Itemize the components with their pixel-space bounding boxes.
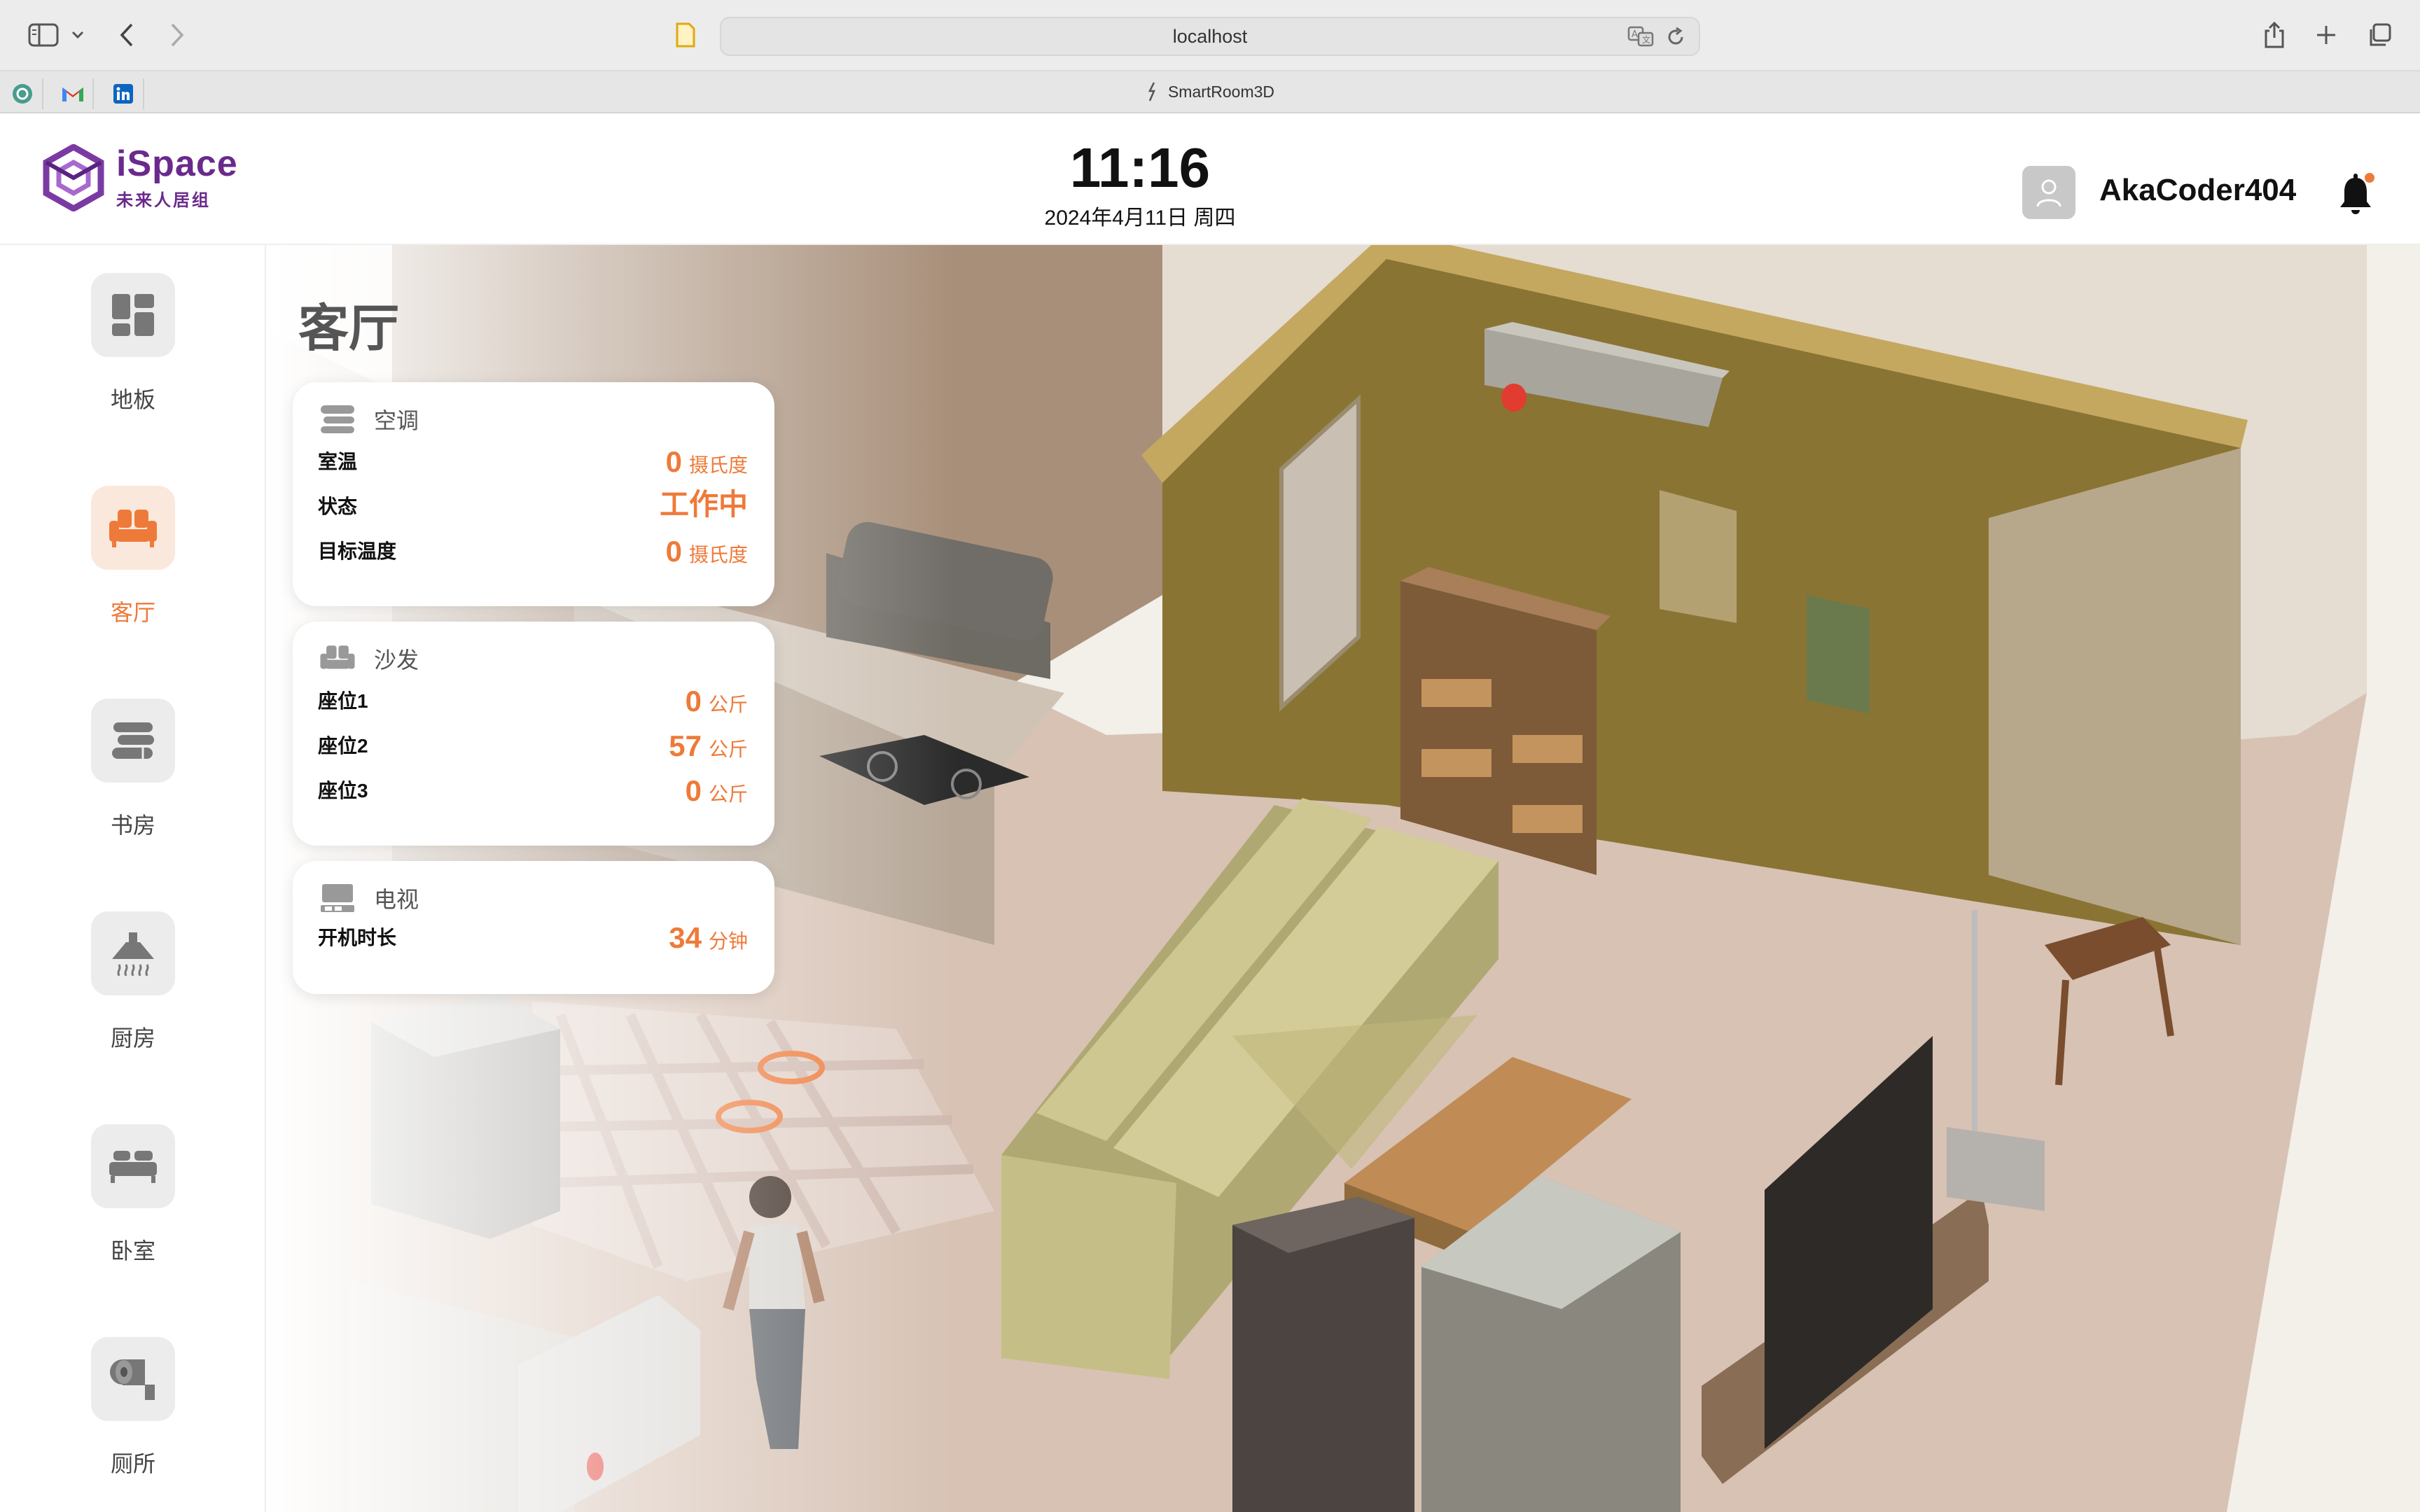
air-conditioner-icon	[321, 405, 354, 433]
tab-title-text: SmartRoom3D	[1167, 82, 1275, 101]
tv-card[interactable]: 电视 开机时长 34 分钟	[293, 861, 774, 994]
active-tab[interactable]: SmartRoom3D	[0, 71, 2420, 112]
card-title: 沙发	[374, 648, 419, 673]
row-value: 34 分钟	[669, 921, 748, 955]
value-number: 工作中	[659, 488, 748, 521]
browser-toolbar: localhost A文	[0, 0, 2420, 70]
tab-overview-icon[interactable]	[2367, 22, 2392, 48]
ac-card-header: 空调	[319, 403, 419, 435]
books-icon	[91, 699, 175, 783]
value-unit: 摄氏度	[688, 544, 748, 566]
tv-row-on-time: 开机时长 34 分钟	[318, 920, 748, 955]
row-label: 座位2	[318, 735, 368, 757]
row-value: 0 摄氏度	[666, 445, 748, 479]
card-title: 空调	[374, 408, 419, 433]
clock: 11:16 2024年4月11日 周四	[1045, 140, 1236, 231]
row-label: 室温	[318, 451, 358, 472]
translate-icon[interactable]: A文	[1627, 25, 1655, 51]
logo-text: iSpace	[116, 143, 238, 184]
value-number: 0	[685, 685, 702, 718]
sidebar-toggle-icon[interactable]	[28, 23, 59, 47]
value-number: 34	[669, 921, 702, 954]
url-text: localhost	[1172, 25, 1248, 47]
forward-icon[interactable]	[169, 23, 185, 47]
value-number: 0	[665, 535, 682, 568]
value-unit: 分钟	[708, 930, 748, 952]
row-value: 0 公斤	[686, 685, 748, 718]
sidebar-item-study[interactable]: 书房	[0, 671, 266, 853]
ispace-logo-icon	[43, 144, 104, 211]
sidebar-item-floor[interactable]: 地板	[0, 245, 266, 427]
sidebar-item-label: 厕所	[110, 1451, 155, 1476]
range-hood-icon	[91, 911, 175, 995]
value-unit: 公斤	[708, 694, 748, 715]
sidebar-item-kitchen[interactable]: 厨房	[0, 883, 266, 1065]
value-unit: 摄氏度	[688, 454, 748, 476]
clock-date: 2024年4月11日 周四	[1044, 206, 1236, 230]
ac-card[interactable]: 空调 室温 0 摄氏度 状态 工作中 目标温度 0 摄氏度	[293, 382, 774, 606]
sidebar-item-label: 卧室	[110, 1238, 155, 1264]
sofa-card[interactable]: 沙发 座位1 0 公斤 座位2 57 公斤 座位3 0 公斤	[293, 622, 774, 846]
sofa-row-seat-3: 座位3 0 公斤	[318, 773, 748, 808]
tab-bar: SmartRoom3D	[0, 70, 2420, 113]
avatar[interactable]	[2022, 166, 2075, 219]
svg-text:A: A	[1632, 29, 1638, 40]
toilet-paper-icon	[91, 1337, 175, 1421]
floorplan-icon	[91, 273, 175, 357]
sidebar-item-label: 客厅	[110, 600, 155, 625]
chevron-down-icon[interactable]	[71, 31, 84, 39]
back-icon[interactable]	[119, 23, 134, 47]
logo-subtitle: 未来人居组	[116, 190, 211, 210]
row-value: 0 摄氏度	[666, 535, 748, 568]
sidebar-item-living-room[interactable]: 客厅	[0, 458, 266, 640]
room-title: 客厅	[298, 301, 400, 357]
value-unit: 公斤	[708, 783, 748, 805]
sofa-row-seat-1: 座位1 0 公斤	[318, 683, 748, 718]
svg-text:文: 文	[1642, 34, 1650, 45]
row-value: 0 公斤	[686, 774, 748, 808]
logo[interactable]: iSpace 未来人居组	[42, 144, 238, 211]
user-icon	[2036, 179, 2061, 207]
card-title: 电视	[374, 887, 419, 912]
new-tab-icon[interactable]	[2315, 24, 2337, 46]
row-label: 状态	[318, 496, 358, 517]
sofa-icon	[91, 486, 175, 570]
notification-bell-icon[interactable]	[2336, 171, 2378, 220]
sidebar-item-label: 地板	[110, 387, 155, 412]
value-number: 0	[685, 774, 702, 807]
row-value: 工作中	[660, 481, 748, 524]
sidebar-item-label: 书房	[110, 813, 155, 838]
clock-time: 11:16	[1069, 136, 1211, 199]
ac-row-target-temp: 目标温度 0 摄氏度	[318, 533, 748, 568]
sidebar-item-label: 厨房	[110, 1026, 155, 1051]
ac-row-status: 状态 工作中	[318, 488, 748, 524]
value-unit: 公斤	[708, 738, 748, 760]
row-label: 目标温度	[318, 540, 397, 562]
sofa-card-header: 沙发	[319, 643, 419, 675]
ac-row-room-temp: 室温 0 摄氏度	[318, 444, 748, 479]
bed-icon	[91, 1124, 175, 1208]
row-label: 座位1	[318, 690, 368, 712]
value-number: 57	[669, 729, 702, 762]
sidebar: 地板 客厅 书房 厨房 卧室 厕所	[0, 245, 266, 1512]
share-icon[interactable]	[2263, 21, 2286, 49]
row-label: 座位3	[318, 780, 368, 802]
value-number: 0	[665, 445, 682, 478]
row-label: 开机时长	[318, 927, 397, 948]
app-header: iSpace 未来人居组 11:16 2024年4月11日 周四 AkaCode…	[0, 113, 2420, 245]
sidebar-item-toilet[interactable]: 厕所	[0, 1309, 266, 1491]
reload-icon[interactable]	[1665, 27, 1686, 51]
tab-favicon-icon	[1148, 82, 1155, 102]
sofa-row-seat-2: 座位2 57 公斤	[318, 728, 748, 763]
address-bar[interactable]: localhost A文	[720, 17, 1700, 56]
row-value: 57 公斤	[669, 729, 748, 763]
tv-card-header: 电视	[319, 882, 419, 914]
page-icon	[675, 22, 696, 48]
sofa-icon	[320, 645, 355, 669]
tv-icon	[321, 884, 354, 912]
sidebar-item-bedroom[interactable]: 卧室	[0, 1096, 266, 1278]
username[interactable]: AkaCoder404	[2099, 173, 2296, 208]
